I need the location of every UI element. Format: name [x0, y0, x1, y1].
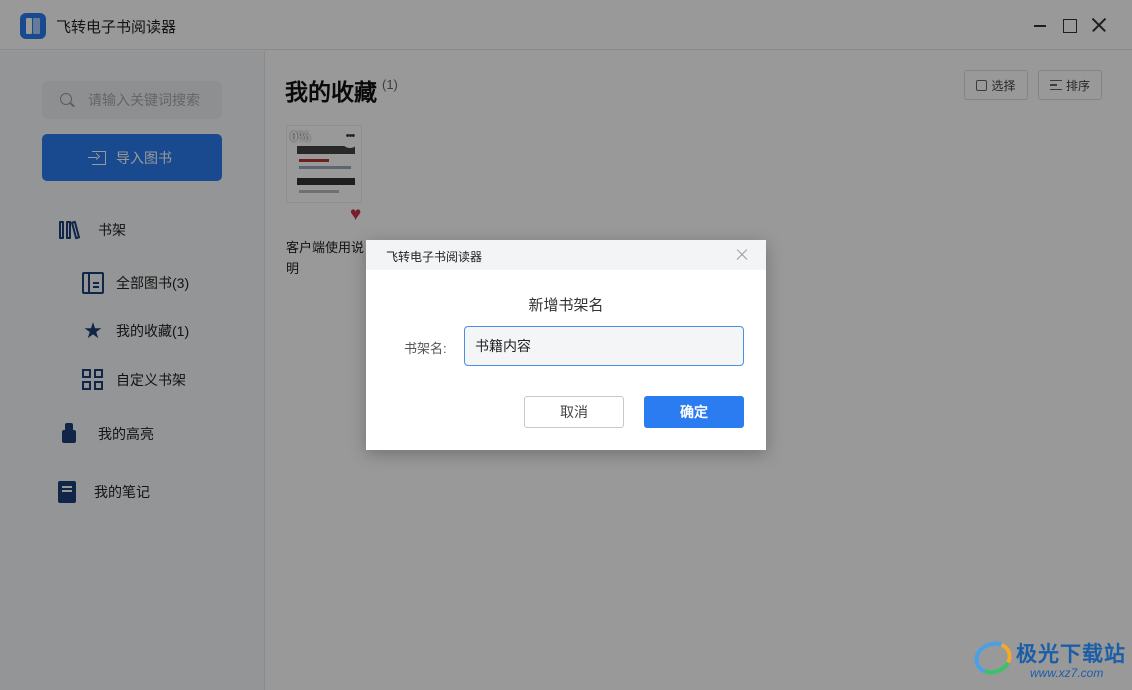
confirm-button[interactable]: 确定 [644, 396, 744, 428]
add-shelf-dialog: 飞转电子书阅读器 新增书架名 书架名: 取消 确定 [366, 240, 766, 450]
shelf-name-label: 书架名: [404, 341, 447, 356]
dialog-heading: 新增书架名 [528, 297, 604, 314]
dialog-title: 飞转电子书阅读器 [386, 250, 483, 264]
shelf-name-input[interactable] [464, 326, 744, 366]
watermark-logo-icon [969, 636, 1017, 680]
dialog-header: 飞转电子书阅读器 [366, 240, 766, 270]
close-icon[interactable] [735, 248, 749, 262]
cancel-button[interactable]: 取消 [524, 396, 624, 428]
watermark-title: 极光下载站 [1016, 643, 1126, 666]
watermark-url: www.xz7.com [1030, 666, 1104, 680]
watermark: 极光下载站 www.xz7.com [969, 636, 1126, 684]
